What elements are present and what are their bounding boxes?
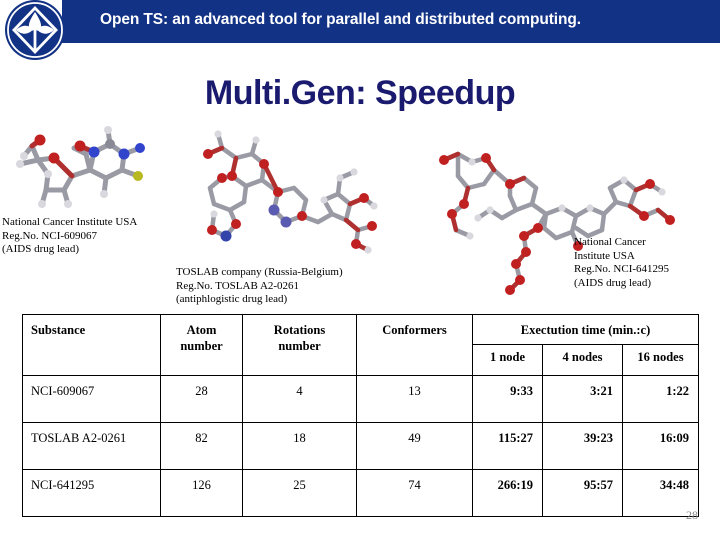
column-header-execution-time: Exectution time (min.:c) bbox=[471, 314, 700, 345]
cell-substance: NCI-641295 bbox=[22, 469, 161, 517]
cell-substance: NCI-609067 bbox=[22, 375, 161, 423]
cell-time-1-node: 266:19 bbox=[472, 469, 543, 517]
cell-time-1-node: 115:27 bbox=[472, 422, 543, 470]
caption-center: TOSLAB company (Russia-Belgium) Reg.No. … bbox=[176, 266, 343, 305]
cell-conformers: 74 bbox=[356, 469, 473, 517]
cell-atom-number: 28 bbox=[160, 375, 243, 423]
table-row: NCI-641295 126 25 74 266:19 95:57 34:48 bbox=[22, 469, 700, 517]
table-row: NCI-609067 28 4 13 9:33 3:21 1:22 bbox=[22, 375, 700, 423]
header-bar: Open TS: an advanced tool for parallel a… bbox=[62, 0, 720, 43]
column-header-conformers: Conformers bbox=[356, 314, 473, 376]
cell-substance: TOSLAB A2-0261 bbox=[22, 422, 161, 470]
table-header-row-top: Substance Atom number Rotations number C… bbox=[22, 314, 700, 376]
cell-atom-number: 126 bbox=[160, 469, 243, 517]
molecule-ball-stick-icon-left bbox=[16, 126, 145, 208]
column-header-atom-number: Atom number bbox=[160, 314, 243, 376]
molecule-ball-stick-icon-center bbox=[203, 130, 378, 254]
column-header-rotations-number: Rotations number bbox=[242, 314, 357, 376]
page-title: Multi.Gen: Speedup bbox=[204, 74, 516, 112]
header-title: Open TS: an advanced tool for parallel a… bbox=[100, 11, 581, 28]
cell-time-4-nodes: 95:57 bbox=[542, 469, 623, 517]
caption-right: National Cancer Institute USA Reg.No. NC… bbox=[574, 236, 670, 289]
performance-table: Substance Atom number Rotations number C… bbox=[22, 314, 700, 517]
column-header-substance: Substance bbox=[22, 314, 161, 376]
cell-rotations-number: 4 bbox=[242, 375, 357, 423]
cell-time-4-nodes: 39:23 bbox=[542, 422, 623, 470]
column-header-1-node: 1 node bbox=[472, 344, 543, 376]
open-ts-emblem-icon bbox=[5, 0, 65, 60]
column-header-16-nodes: 16 nodes bbox=[621, 344, 700, 376]
cell-time-4-nodes: 3:21 bbox=[542, 375, 623, 423]
cell-rotations-number: 25 bbox=[242, 469, 357, 517]
cell-time-1-node: 9:33 bbox=[472, 375, 543, 423]
cell-conformers: 13 bbox=[356, 375, 473, 423]
cell-conformers: 49 bbox=[356, 422, 473, 470]
table-row: TOSLAB A2-0261 82 18 49 115:27 39:23 16:… bbox=[22, 422, 700, 470]
cell-time-16-nodes: 16:09 bbox=[621, 422, 700, 470]
cell-atom-number: 82 bbox=[160, 422, 243, 470]
cell-time-16-nodes: 1:22 bbox=[621, 375, 700, 423]
column-header-4-nodes: 4 nodes bbox=[542, 344, 623, 376]
page-number: 28 bbox=[686, 508, 698, 522]
cell-rotations-number: 18 bbox=[242, 422, 357, 470]
caption-left: National Cancer Institute USA Reg.No. NC… bbox=[2, 216, 138, 255]
